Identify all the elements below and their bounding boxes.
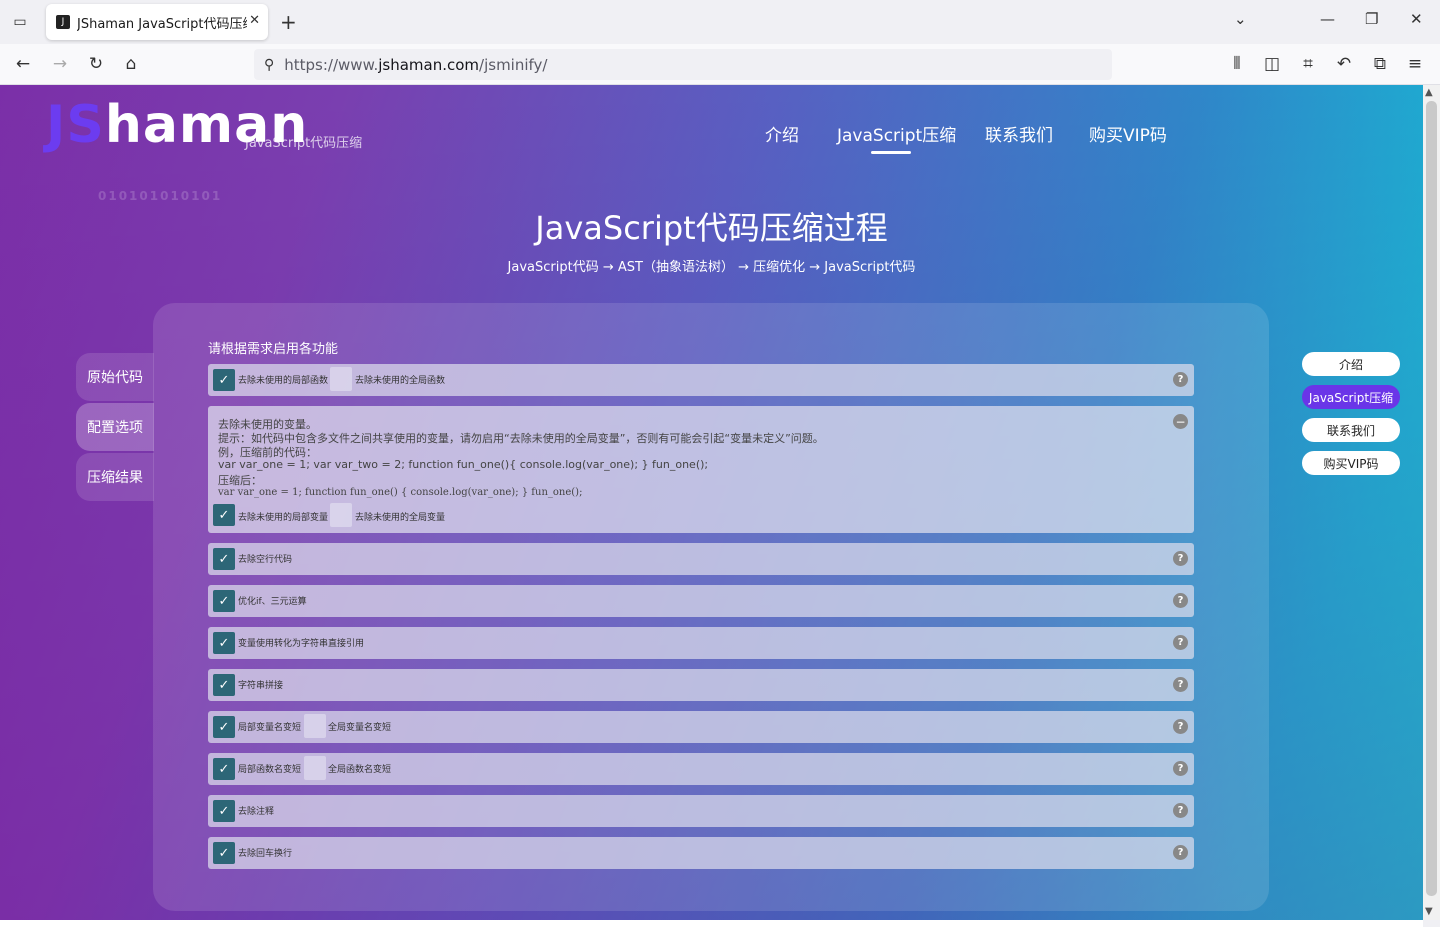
option-row: ✓ 去除空行代码 ? bbox=[208, 543, 1194, 575]
option-label: 字符串拼接 bbox=[238, 681, 284, 691]
reload-icon[interactable]: ↻ bbox=[85, 53, 107, 75]
option-label: 去除未使用的局部变量 bbox=[238, 513, 329, 523]
side-tab-result[interactable]: 压缩结果 bbox=[76, 453, 154, 501]
undo-icon[interactable]: ↶ bbox=[1333, 53, 1355, 75]
option-label: 去除注释 bbox=[238, 807, 275, 817]
checkbox-checked-icon[interactable]: ✓ bbox=[213, 842, 235, 864]
nav-active-indicator bbox=[871, 151, 911, 154]
checkbox-checked-icon[interactable]: ✓ bbox=[213, 590, 235, 612]
checkbox-checked-icon[interactable]: ✓ bbox=[213, 632, 235, 654]
library-icon[interactable]: ⫴ bbox=[1226, 53, 1248, 75]
right-nav-intro[interactable]: 介绍 bbox=[1302, 352, 1400, 376]
checkbox-checked-icon[interactable]: ✓ bbox=[213, 369, 235, 391]
top-nav-vip[interactable]: 购买VIP码 bbox=[1089, 121, 1167, 146]
option-label-2: 去除未使用的全局函数 bbox=[355, 376, 446, 386]
help-icon[interactable]: ? bbox=[1173, 845, 1188, 860]
close-window-icon[interactable]: ✕ bbox=[1410, 10, 1423, 28]
option-label-2: 全局函数名变短 bbox=[328, 765, 392, 775]
tab-overflow-chevron-icon[interactable]: ⌄ bbox=[1234, 10, 1247, 28]
restore-icon[interactable]: ❐ bbox=[1365, 10, 1378, 28]
option-row: ✓ 去除注释 ? bbox=[208, 795, 1194, 827]
option-row: ✓ 去除回车换行 ? bbox=[208, 837, 1194, 869]
side-tab-source[interactable]: 原始代码 bbox=[76, 353, 154, 401]
help-icon[interactable]: ? bbox=[1173, 761, 1188, 776]
scroll-up-icon[interactable]: ▲ bbox=[1425, 87, 1433, 98]
option-label: 优化if、三元运算 bbox=[238, 597, 307, 607]
option-label: 去除空行代码 bbox=[238, 555, 293, 565]
hero-subtitle: JavaScript代码 → AST（抽象语法树） → 压缩优化 → JavaS… bbox=[507, 260, 916, 275]
scroll-down-icon[interactable]: ▼ bbox=[1425, 906, 1433, 917]
logo-subtitle: JavaScript代码压缩 bbox=[245, 136, 363, 151]
help-icon[interactable]: ? bbox=[1173, 803, 1188, 818]
checkbox-checked-icon[interactable]: ✓ bbox=[213, 504, 235, 526]
option-row: ✓ 字符串拼接 ? bbox=[208, 669, 1194, 701]
favicon-icon: J bbox=[56, 15, 70, 29]
page: JShaman JavaScript代码压缩 010101010101 介绍 J… bbox=[0, 85, 1423, 920]
option-row: ✓ 去除未使用的局部函数 去除未使用的全局函数 ? bbox=[208, 364, 1194, 396]
tab-list-icon[interactable]: ▭ bbox=[10, 12, 30, 32]
top-nav-contact[interactable]: 联系我们 bbox=[985, 121, 1053, 146]
search-icon: ⚲ bbox=[264, 56, 275, 73]
side-tab-options[interactable]: 配置选项 bbox=[76, 403, 154, 451]
browser-tab-bar: ▭ J JShaman JavaScript代码压缩 ✕ + ⌄ — ❐ ✕ bbox=[0, 0, 1440, 44]
binary-decoration: 010101010101 bbox=[98, 189, 223, 203]
checkbox-unchecked[interactable] bbox=[304, 756, 326, 780]
help-icon[interactable]: ? bbox=[1173, 372, 1188, 387]
option-row-expanded: 去除未使用的变量。 提示：如代码中包含多文件之间共享使用的变量，请勿启用“去除未… bbox=[208, 406, 1194, 533]
extensions-icon[interactable]: ⧉ bbox=[1369, 53, 1391, 75]
close-tab-icon[interactable]: ✕ bbox=[249, 13, 260, 28]
checkbox-checked-icon[interactable]: ✓ bbox=[213, 800, 235, 822]
option-row: ✓ 局部函数名变短 全局函数名变短 ? bbox=[208, 753, 1194, 785]
help-icon[interactable]: ? bbox=[1173, 635, 1188, 650]
option-label: 局部函数名变短 bbox=[238, 765, 302, 775]
help-icon[interactable]: ? bbox=[1173, 677, 1188, 692]
right-nav-vip[interactable]: 购买VIP码 bbox=[1302, 451, 1400, 475]
sidebar-icon[interactable]: ◫ bbox=[1261, 53, 1283, 75]
help-icon[interactable]: ? bbox=[1173, 719, 1188, 734]
browser-nav-bar: ← → ↻ ⌂ ⚲ https://www.jshaman.com/jsmini… bbox=[0, 44, 1440, 85]
menu-icon[interactable]: ≡ bbox=[1404, 53, 1426, 75]
help-text-line: var var_one = 1; var var_two = 2; functi… bbox=[218, 458, 709, 471]
help-text-line: var var_one = 1; function fun_one() { co… bbox=[218, 487, 583, 498]
option-row: ✓ 局部变量名变短 全局变量名变短 ? bbox=[208, 711, 1194, 743]
minimize-icon[interactable]: — bbox=[1320, 10, 1335, 28]
checkbox-checked-icon[interactable]: ✓ bbox=[213, 758, 235, 780]
tab-title: JShaman JavaScript代码压缩 bbox=[77, 16, 247, 32]
option-label: 去除未使用的局部函数 bbox=[238, 376, 329, 386]
option-label: 变量使用转化为字符串直接引用 bbox=[238, 639, 365, 649]
right-nav-compress[interactable]: JavaScript压缩 bbox=[1302, 385, 1400, 409]
help-icon[interactable]: ? bbox=[1173, 551, 1188, 566]
scroll-thumb[interactable] bbox=[1426, 101, 1437, 896]
checkbox-checked-icon[interactable]: ✓ bbox=[213, 548, 235, 570]
option-label: 局部变量名变短 bbox=[238, 723, 302, 733]
browser-tab[interactable]: J JShaman JavaScript代码压缩 ✕ bbox=[46, 4, 268, 40]
page-scrollbar[interactable]: ▲ ▼ bbox=[1423, 85, 1440, 920]
option-row: ✓ 优化if、三元运算 ? bbox=[208, 585, 1194, 617]
option-label-2: 去除未使用的全局变量 bbox=[355, 513, 446, 523]
section-label: 请根据需求启用各功能 bbox=[208, 342, 339, 357]
hero-title: JavaScript代码压缩过程 bbox=[535, 209, 888, 247]
url-text: https://www.jshaman.com/jsminify/ bbox=[284, 55, 548, 74]
checkbox-unchecked[interactable] bbox=[304, 714, 326, 738]
option-label-2: 全局变量名变短 bbox=[328, 723, 392, 733]
screenshot-icon[interactable]: ⌗ bbox=[1297, 53, 1319, 75]
new-tab-icon[interactable]: + bbox=[280, 10, 297, 34]
checkbox-checked-icon[interactable]: ✓ bbox=[213, 716, 235, 738]
home-icon[interactable]: ⌂ bbox=[120, 53, 142, 75]
checkbox-unchecked[interactable] bbox=[330, 503, 352, 527]
option-row: ✓ 变量使用转化为字符串直接引用 ? bbox=[208, 627, 1194, 659]
url-bar[interactable]: ⚲ https://www.jshaman.com/jsminify/ bbox=[254, 49, 1112, 80]
checkbox-checked-icon[interactable]: ✓ bbox=[213, 674, 235, 696]
option-label: 去除回车换行 bbox=[238, 849, 293, 859]
back-icon[interactable]: ← bbox=[12, 53, 34, 75]
forward-icon[interactable]: → bbox=[49, 53, 71, 75]
top-nav-compress[interactable]: JavaScript压缩 bbox=[837, 121, 956, 146]
collapse-icon[interactable]: − bbox=[1173, 414, 1188, 429]
top-nav-intro[interactable]: 介绍 bbox=[765, 121, 799, 146]
checkbox-unchecked[interactable] bbox=[330, 367, 352, 391]
bottom-strip bbox=[0, 920, 1423, 927]
help-icon[interactable]: ? bbox=[1173, 593, 1188, 608]
help-text-line: 压缩后： bbox=[218, 474, 262, 487]
right-nav-contact[interactable]: 联系我们 bbox=[1302, 418, 1400, 442]
